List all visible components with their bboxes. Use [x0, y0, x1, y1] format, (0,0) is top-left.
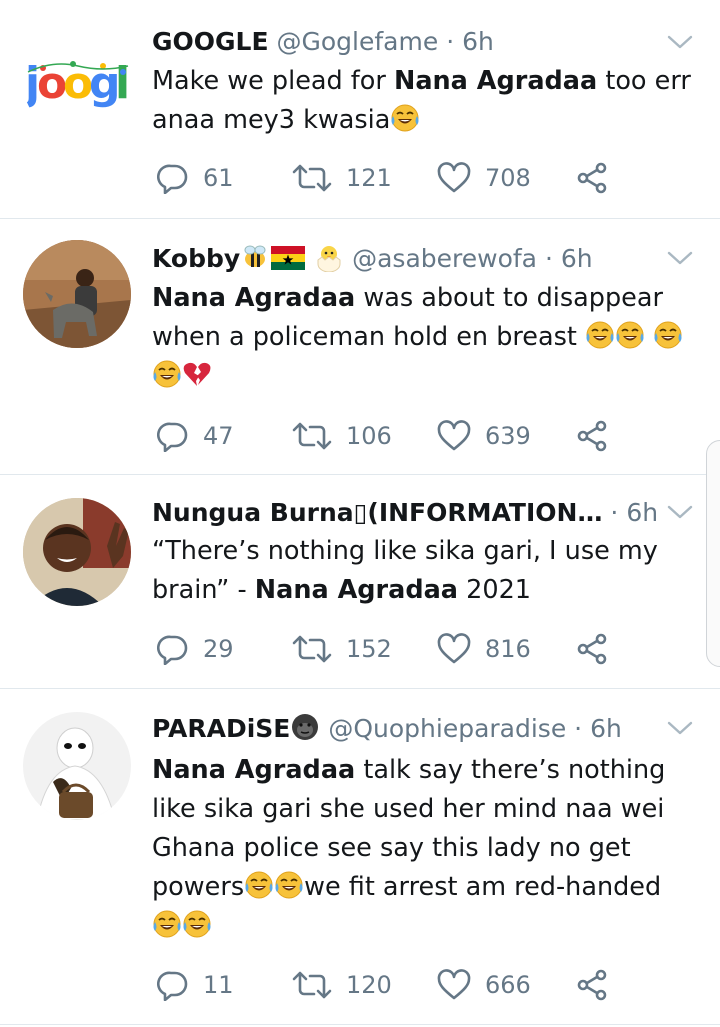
reply-count: 11	[203, 971, 234, 999]
retweet-icon	[292, 633, 332, 665]
author-name[interactable]: GOOGLE	[152, 27, 269, 56]
tweet-actions: 47 106 639	[152, 416, 672, 456]
share-icon	[577, 162, 609, 194]
tweet-header: Kobby @asaberewofa · 6h	[152, 242, 660, 276]
share-icon	[577, 420, 609, 452]
tweet-actions: 29 152 816	[152, 629, 672, 669]
share-button[interactable]	[577, 629, 623, 669]
like-count: 816	[485, 635, 531, 663]
like-icon	[437, 420, 471, 452]
author-handle[interactable]: @asaberewofa	[352, 244, 537, 273]
chevron-down-icon[interactable]	[666, 502, 694, 522]
face-with-tears-of-joy-icon	[274, 870, 304, 900]
author-handle[interactable]: @Quophieparadise	[328, 714, 566, 743]
reply-icon	[157, 969, 189, 1001]
tweet-text: Nana Agradaa talk say there’s nothing li…	[152, 751, 697, 946]
like-button[interactable]: 708	[437, 158, 531, 198]
face-with-tears-of-joy-icon	[152, 359, 182, 389]
retweet-count: 121	[346, 164, 392, 192]
face-with-tears-of-joy-icon	[390, 103, 420, 133]
face-with-tears-of-joy-icon	[152, 909, 182, 939]
share-button[interactable]	[577, 158, 623, 198]
like-button[interactable]: 666	[437, 965, 531, 1005]
face-with-tears-of-joy-icon	[653, 320, 683, 350]
share-button[interactable]	[577, 965, 623, 1005]
like-count: 666	[485, 971, 531, 999]
broken-heart-icon	[182, 359, 212, 389]
like-icon	[437, 162, 471, 194]
tweet-actions: 61 121 708	[152, 158, 672, 198]
tweet-3[interactable]: Nungua Burna▯(INFORMATION… · 6h “There’s…	[0, 474, 720, 689]
tweet-header: PARADiSE @Quophieparadise · 6h	[152, 712, 660, 746]
tweet-2[interactable]: Kobby @asaberewofa · 6h Nana Agradaa was…	[0, 218, 720, 475]
face-with-tears-of-joy-icon	[244, 870, 274, 900]
tweet-header: Nungua Burna▯(INFORMATION… · 6h	[152, 496, 660, 530]
honeybee-icon	[244, 245, 266, 267]
retweet-icon	[292, 162, 332, 194]
retweet-button[interactable]: 106	[292, 416, 392, 456]
retweet-button[interactable]: 120	[292, 965, 392, 1005]
reply-button[interactable]: 29	[157, 629, 234, 669]
face-with-tears-of-joy-icon	[182, 909, 212, 939]
reply-icon	[157, 162, 189, 194]
like-icon	[437, 633, 471, 665]
tweet-text: “There’s nothing like sika gari, I use m…	[152, 536, 658, 605]
share-icon	[577, 969, 609, 1001]
tweet-text: Nana Agradaa was about to disappear when…	[152, 279, 697, 396]
separator: ·	[574, 714, 583, 743]
like-count: 639	[485, 422, 531, 450]
retweet-button[interactable]: 121	[292, 158, 392, 198]
timestamp[interactable]: 6h	[626, 498, 658, 527]
flag-ghana-icon	[271, 246, 306, 270]
share-icon	[577, 633, 609, 665]
retweet-button[interactable]: 152	[292, 629, 392, 669]
gorilla-icon	[292, 714, 319, 740]
retweet-count: 106	[346, 422, 392, 450]
like-icon	[437, 969, 471, 1001]
like-button[interactable]: 639	[437, 416, 531, 456]
like-count: 708	[485, 164, 531, 192]
tweet-1[interactable]: j o o g l GOOGLE @Goglefame · 6h Make we…	[0, 0, 720, 219]
retweet-icon	[292, 969, 332, 1001]
reply-button[interactable]: 61	[157, 158, 234, 198]
like-button[interactable]: 816	[437, 629, 531, 669]
face-with-tears-of-joy-icon	[585, 320, 615, 350]
scrollbar[interactable]	[706, 440, 720, 667]
reply-icon	[157, 420, 189, 452]
author-name[interactable]: Nungua Burna▯(INFORMATION…	[152, 498, 602, 527]
author-name[interactable]: Kobby	[152, 244, 240, 273]
timestamp[interactable]: 6h	[561, 244, 593, 273]
avatar-nungua-burna[interactable]	[23, 498, 131, 606]
chevron-down-icon[interactable]	[666, 248, 694, 268]
separator: ·	[610, 498, 619, 527]
reply-count: 47	[203, 422, 234, 450]
tweet-4[interactable]: PARADiSE @Quophieparadise · 6h Nana Agra…	[0, 688, 720, 1025]
chevron-down-icon[interactable]	[666, 32, 694, 52]
author-name[interactable]: PARADiSE	[152, 714, 290, 743]
avatar-paradise[interactable]	[23, 712, 131, 820]
separator: ·	[446, 27, 455, 56]
tweet-text: Make we plead for Nana Agradaa too err a…	[152, 66, 691, 135]
avatar-kobby[interactable]	[23, 240, 131, 348]
hatching-chick-icon	[317, 246, 341, 272]
separator: ·	[544, 244, 553, 273]
timestamp[interactable]: 6h	[590, 714, 622, 743]
tweet-header: GOOGLE @Goglefame · 6h	[152, 25, 660, 59]
avatar-google[interactable]: j o o g l	[23, 28, 131, 136]
face-with-tears-of-joy-icon	[615, 320, 645, 350]
reply-button[interactable]: 11	[157, 965, 234, 1005]
reply-count: 61	[203, 164, 234, 192]
reply-count: 29	[203, 635, 234, 663]
reply-icon	[157, 633, 189, 665]
timestamp[interactable]: 6h	[462, 27, 494, 56]
retweet-count: 152	[346, 635, 392, 663]
tweet-actions: 11 120 666	[152, 965, 672, 1005]
retweet-count: 120	[346, 971, 392, 999]
retweet-icon	[292, 420, 332, 452]
share-button[interactable]	[577, 416, 623, 456]
reply-button[interactable]: 47	[157, 416, 234, 456]
chevron-down-icon[interactable]	[666, 718, 694, 738]
author-handle[interactable]: @Goglefame	[277, 27, 439, 56]
